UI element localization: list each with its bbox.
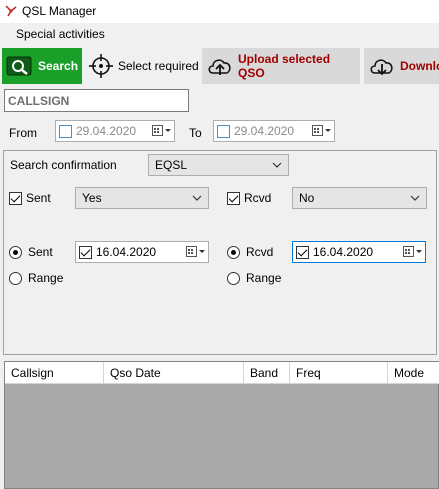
rcvd-date-radio-label: Rcvd xyxy=(246,245,274,259)
rcvd-date-radio[interactable] xyxy=(227,245,240,259)
sent-date-radio-label: Sent xyxy=(28,245,53,259)
sent-status-select[interactable]: Yes xyxy=(75,187,209,209)
sent-status-value: Yes xyxy=(82,191,102,205)
column-header-freq[interactable]: Freq xyxy=(290,362,388,384)
search-confirmation-label: Search confirmation xyxy=(10,158,117,172)
sent-checkbox-label: Sent xyxy=(26,191,51,205)
column-header-callsign[interactable]: Callsign xyxy=(5,362,104,384)
app-icon xyxy=(4,4,18,18)
sent-range-radio-group[interactable]: Range xyxy=(9,271,63,285)
rcvd-status-value: No xyxy=(299,191,315,205)
sent-range-radio-label: Range xyxy=(28,271,64,285)
rcvd-date-picker[interactable]: 16.04.2020 xyxy=(292,241,426,263)
from-date-checkbox[interactable] xyxy=(59,124,72,138)
calendar-dropdown-icon[interactable] xyxy=(150,125,174,137)
from-date-picker[interactable]: 29.04.2020 xyxy=(55,120,175,142)
select-required-button[interactable]: Select required xyxy=(84,48,200,84)
to-date-value: 29.04.2020 xyxy=(234,124,295,138)
upload-selected-qso-button[interactable]: Upload selected QSO xyxy=(202,48,360,84)
to-date-checkbox[interactable] xyxy=(217,124,230,138)
menu-special-activities[interactable]: Special activities xyxy=(16,27,105,41)
column-header-mode[interactable]: Mode xyxy=(388,362,439,384)
sent-checkbox[interactable] xyxy=(9,191,22,205)
cloud-download-icon xyxy=(368,53,396,79)
search-button[interactable]: Search xyxy=(2,48,82,84)
grid-header: Callsign Qso Date Band Freq Mode xyxy=(5,362,439,384)
callsign-input[interactable] xyxy=(4,89,189,112)
sent-range-radio[interactable] xyxy=(9,271,22,285)
rcvd-status-select[interactable]: No xyxy=(292,187,427,209)
confirmation-type-select[interactable]: EQSL xyxy=(148,154,289,176)
rcvd-checkbox-label: Rcvd xyxy=(244,191,272,205)
sent-date-checkbox[interactable] xyxy=(79,245,92,259)
download-button[interactable]: Downlo xyxy=(364,48,439,84)
to-label: To xyxy=(189,126,202,140)
window-title: QSL Manager xyxy=(22,4,97,18)
sent-date-radio[interactable] xyxy=(9,245,22,259)
sent-date-value: 16.04.2020 xyxy=(96,245,157,259)
search-button-label: Search xyxy=(38,59,79,73)
rcvd-checkbox[interactable] xyxy=(227,191,240,205)
from-label: From xyxy=(9,126,37,140)
rcvd-range-radio-group[interactable]: Range xyxy=(227,271,281,285)
rcvd-range-radio[interactable] xyxy=(227,271,240,285)
rcvd-date-checkbox[interactable] xyxy=(296,245,309,259)
confirmation-type-value: EQSL xyxy=(155,158,188,172)
cloud-upload-icon xyxy=(206,53,234,79)
sent-date-radio-group[interactable]: Sent xyxy=(9,245,53,259)
rcvd-date-value: 16.04.2020 xyxy=(313,245,374,259)
rcvd-range-radio-label: Range xyxy=(246,271,282,285)
chevron-down-icon xyxy=(192,195,202,201)
column-header-band[interactable]: Band xyxy=(244,362,290,384)
calendar-dropdown-icon[interactable] xyxy=(401,246,425,258)
column-header-qso-date[interactable]: Qso Date xyxy=(104,362,244,384)
upload-selected-qso-label: Upload selected QSO xyxy=(238,52,331,80)
select-required-label: Select required xyxy=(118,59,199,73)
search-icon xyxy=(6,53,34,79)
rcvd-date-radio-group[interactable]: Rcvd xyxy=(227,245,273,259)
to-date-picker[interactable]: 29.04.2020 xyxy=(213,120,335,142)
rcvd-checkbox-group[interactable]: Rcvd xyxy=(227,191,271,205)
crosshair-icon xyxy=(88,53,114,79)
calendar-dropdown-icon[interactable] xyxy=(184,246,208,258)
chevron-down-icon xyxy=(272,162,282,168)
sent-checkbox-group[interactable]: Sent xyxy=(9,191,51,205)
from-date-value: 29.04.2020 xyxy=(76,124,137,138)
chevron-down-icon xyxy=(410,195,420,201)
calendar-dropdown-icon[interactable] xyxy=(310,125,334,137)
download-label: Downlo xyxy=(400,59,439,73)
sent-date-picker[interactable]: 16.04.2020 xyxy=(75,241,209,263)
